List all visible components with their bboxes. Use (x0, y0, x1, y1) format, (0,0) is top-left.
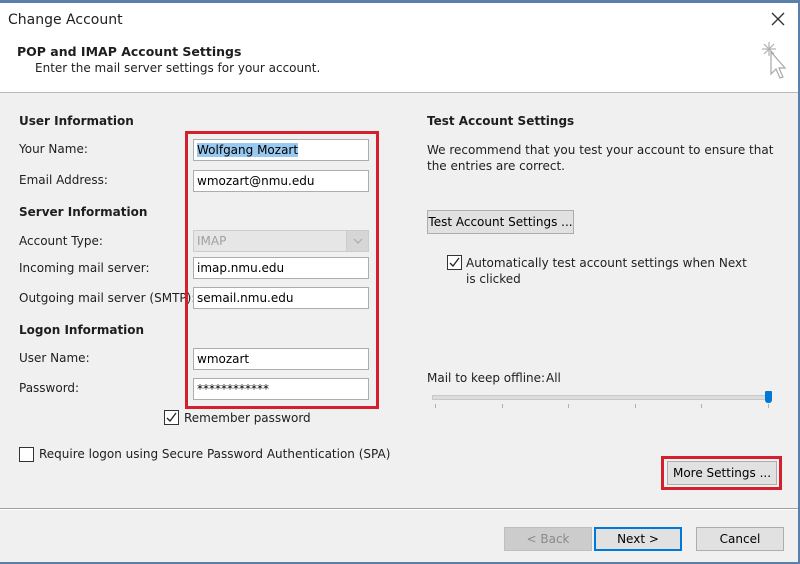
wizard-cursor-icon (762, 42, 787, 79)
password-label: Password: (19, 381, 80, 395)
back-button[interactable]: < Back (504, 527, 592, 551)
test-description: We recommend that you test your account … (427, 143, 774, 173)
test-account-settings-button[interactable]: Test Account Settings ... (427, 210, 574, 234)
auto-test-label: Automatically test account settings when… (466, 256, 747, 286)
your-name-label: Your Name: (19, 142, 88, 156)
account-type-value: IMAP (197, 234, 227, 248)
slider-tick (634, 404, 636, 408)
spa-label: Require logon using Secure Password Auth… (39, 447, 391, 461)
user-name-label: User Name: (19, 351, 90, 365)
server-information-heading: Server Information (19, 205, 148, 219)
chevron-down-icon (353, 238, 362, 244)
next-button[interactable]: Next > (594, 527, 682, 551)
offline-value: All (546, 371, 561, 385)
outgoing-server-input[interactable]: semail.nmu.edu (193, 287, 369, 309)
account-type-label: Account Type: (19, 234, 103, 248)
dropdown-arrow (346, 231, 368, 251)
slider-tick (568, 404, 570, 408)
window-title: Change Account (8, 12, 123, 28)
account-type-select[interactable]: IMAP (193, 230, 369, 252)
dialog-header: Change Account POP and IMAP Account Sett… (0, 3, 798, 93)
checkmark-icon (166, 412, 177, 422)
spa-checkbox[interactable] (19, 447, 34, 462)
your-name-value: Wolfgang Mozart (197, 143, 299, 157)
logon-information-heading: Logon Information (19, 323, 145, 337)
checkmark-icon (449, 257, 460, 267)
page-subtitle: Enter the mail server settings for your … (35, 61, 321, 75)
auto-test-checkbox[interactable] (447, 255, 462, 270)
test-account-heading: Test Account Settings (427, 114, 575, 128)
user-name-input[interactable]: wmozart (193, 348, 369, 370)
page-title: POP and IMAP Account Settings (17, 44, 242, 59)
slider-tick (701, 404, 703, 408)
more-settings-button[interactable]: More Settings ... (667, 461, 777, 485)
cancel-button[interactable]: Cancel (696, 527, 784, 551)
password-input[interactable]: ************ (193, 378, 369, 400)
slider-tick (435, 404, 436, 408)
remember-password-label: Remember password (184, 411, 311, 425)
close-button[interactable] (768, 9, 788, 29)
slider-tick (501, 404, 503, 408)
your-name-input[interactable]: Wolfgang Mozart (193, 139, 369, 161)
user-information-heading: User Information (19, 114, 134, 128)
footer-divider-highlight (0, 509, 798, 510)
outgoing-server-label: Outgoing mail server (SMTP): (19, 291, 196, 305)
offline-label: Mail to keep offline: (427, 371, 546, 385)
incoming-server-input[interactable]: imap.nmu.edu (193, 257, 369, 279)
email-address-input[interactable]: wmozart@nmu.edu (193, 170, 369, 192)
close-icon (771, 12, 785, 26)
slider-tick (768, 404, 769, 408)
remember-password-checkbox[interactable] (164, 410, 179, 425)
offline-slider-track[interactable] (432, 395, 770, 400)
offline-slider-thumb[interactable] (765, 391, 772, 403)
email-address-label: Email Address: (19, 173, 108, 187)
incoming-server-label: Incoming mail server: (19, 261, 150, 275)
